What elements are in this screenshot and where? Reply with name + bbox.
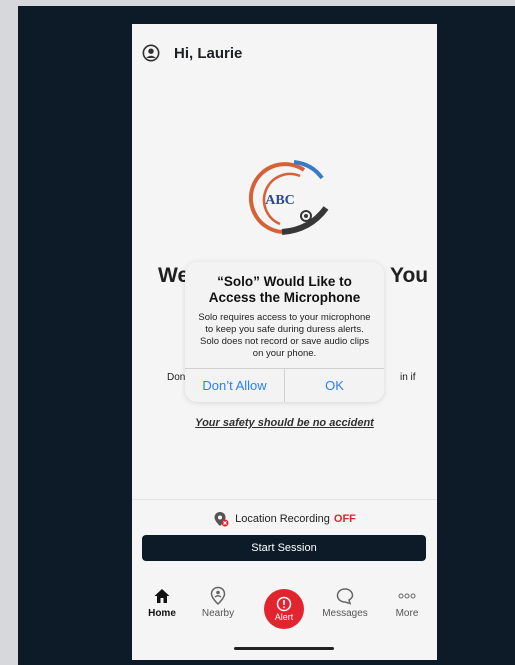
alert-label: Alert (274, 612, 294, 622)
dialog-message: Solo requires access to your microphone … (198, 312, 371, 359)
nav-more[interactable]: More (377, 584, 437, 619)
start-session-button[interactable]: Start Session (142, 535, 426, 561)
nav-messages-label: Messages (322, 608, 368, 619)
nav-nearby-label: Nearby (201, 608, 235, 619)
device-frame: Hi, Laurie ABC We You Don in if Your saf… (18, 6, 515, 665)
nav-nearby[interactable]: Nearby (188, 584, 248, 619)
nav-messages[interactable]: Messages (315, 584, 375, 619)
ok-button[interactable]: OK (285, 368, 384, 402)
nearby-pin-icon (210, 586, 226, 606)
nav-home[interactable]: Home (132, 584, 192, 619)
nav-more-label: More (395, 608, 419, 619)
location-recording-row: Location Recording OFF (132, 511, 437, 527)
home-indicator (234, 647, 334, 650)
more-icon (398, 593, 416, 599)
location-pin-icon (214, 512, 229, 527)
nav-home-label: Home (148, 608, 176, 619)
dont-allow-button[interactable]: Don’t Allow (185, 368, 284, 402)
microphone-permission-dialog: “Solo” Would Like to Access the Micropho… (185, 262, 384, 402)
location-recording-label: Location Recording (235, 513, 330, 525)
home-icon (154, 589, 170, 603)
app-screen: Hi, Laurie ABC We You Don in if Your saf… (132, 24, 437, 660)
location-recording-status: OFF (333, 513, 356, 525)
dialog-title: “Solo” Would Like to Access the Micropho… (208, 274, 361, 305)
alert-button[interactable]: Alert (264, 589, 304, 629)
messages-icon (336, 588, 354, 605)
divider (132, 499, 437, 500)
alert-icon (276, 596, 292, 612)
